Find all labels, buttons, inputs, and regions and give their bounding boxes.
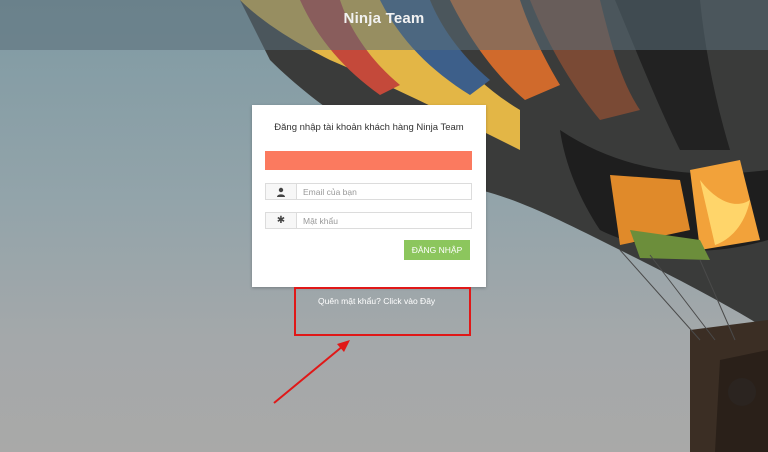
annotation-arrow (273, 340, 350, 404)
